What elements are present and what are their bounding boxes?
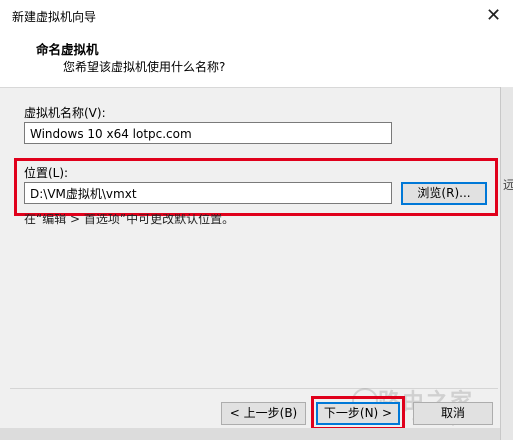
vm-name-input[interactable]: Windows 10 x64 lotpc.com — [24, 122, 392, 144]
background-taskbar — [0, 428, 500, 440]
title-bar: 新建虚拟机向导 ✕ — [0, 0, 513, 32]
cancel-button[interactable]: 取消 — [413, 402, 493, 425]
name-label: 虚拟机名称(V): — [24, 106, 106, 120]
next-button[interactable]: 下一步(N) > — [316, 402, 400, 425]
back-button[interactable]: < 上一步(B) — [221, 402, 306, 425]
page-subtitle: 您希望该虚拟机使用什么名称? — [63, 60, 226, 74]
location-label: 位置(L): — [24, 166, 69, 180]
background-window-edge — [500, 87, 513, 440]
window-title: 新建虚拟机向导 — [12, 10, 97, 24]
wizard-header: 命名虚拟机 您希望该虚拟机使用什么名称? — [0, 32, 513, 88]
close-icon[interactable]: ✕ — [474, 0, 513, 32]
background-window-text: 远 — [503, 178, 513, 192]
location-input[interactable]: D:\VM虚拟机\vmxt — [24, 182, 392, 204]
browse-button[interactable]: 浏览(R)... — [401, 182, 487, 205]
page-title: 命名虚拟机 — [36, 42, 99, 57]
